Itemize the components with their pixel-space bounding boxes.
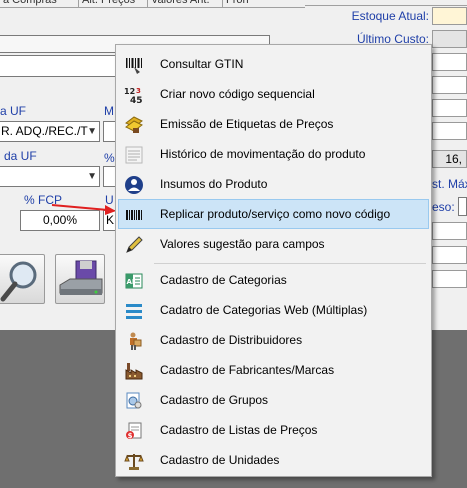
tab-fron[interactable]: Fron <box>222 0 256 8</box>
tab-alt-precos[interactable]: Alt. Preços <box>78 0 144 8</box>
menu-item-categorias-web[interactable]: Cadatro de Categorias Web (Múltiplas) <box>118 295 429 325</box>
svg-text:45: 45 <box>130 96 143 105</box>
menu-item-label: Cadastro de Unidades <box>160 453 280 467</box>
label-st-max: st. Máx <box>432 177 467 191</box>
menu-separator <box>154 263 426 264</box>
label-uf: a UF <box>0 104 27 118</box>
origin-combo[interactable]: R. ADQ./REC./T ▼ <box>0 121 100 142</box>
barcode-icon <box>126 210 142 220</box>
categories-icon: AE <box>125 273 143 289</box>
menu-item-valores-sugestao[interactable]: Valores sugestão para campos <box>118 229 429 259</box>
chevron-down-icon[interactable]: ▼ <box>87 167 97 186</box>
menu-item-replicar-produto[interactable]: Replicar produto/serviço como novo códig… <box>118 199 429 229</box>
label-uf-2: da UF <box>4 149 37 163</box>
ultimo-custo-field <box>432 30 467 48</box>
save-button[interactable] <box>55 254 105 304</box>
red-arrow-icon <box>51 204 116 215</box>
menu-item-label: Criar novo código sequencial <box>160 87 315 101</box>
right-field-6[interactable] <box>432 122 467 140</box>
menu-item-label: Cadastro de Listas de Preços <box>160 423 318 437</box>
menu-item-label: Histórico de movimentação do produto <box>160 147 366 161</box>
label-m: M <box>104 104 114 118</box>
origin-combo-value: R. ADQ./REC./T <box>1 124 88 138</box>
right-field-7[interactable] <box>432 222 467 240</box>
menu-item-cadastro-unidades[interactable]: Cadastro de Unidades <box>118 445 429 475</box>
factory-icon <box>125 363 143 380</box>
svg-text:$: $ <box>128 432 133 440</box>
menu-item-cadastro-fabricantes[interactable]: Cadastro de Fabricantes/Marcas <box>118 355 429 385</box>
tab-compras[interactable]: a Compras <box>0 0 68 8</box>
label-peso: eso: <box>432 200 455 214</box>
tab-strip: a Compras Alt. Preços Valores Ant. Fron <box>0 0 305 8</box>
svg-text:3: 3 <box>136 87 141 95</box>
menu-item-cadastro-distribuidores[interactable]: Cadastro de Distribuidores <box>118 325 429 355</box>
menu-item-label: Emissão de Etiquetas de Preços <box>160 117 334 131</box>
scale-icon <box>124 454 144 470</box>
label-pct: % <box>104 151 115 165</box>
right-field-9[interactable] <box>432 270 467 288</box>
menu-item-label: Cadastro de Distribuidores <box>160 333 303 347</box>
chevron-down-icon[interactable]: ▼ <box>87 122 97 141</box>
menu-item-label: Cadatro de Categorias Web (Múltiplas) <box>160 303 368 317</box>
floppy-drive-icon <box>59 260 103 295</box>
right-field-3[interactable] <box>432 53 467 71</box>
magnifier-icon <box>0 261 37 302</box>
menu-item-label: Consultar GTIN <box>160 57 244 71</box>
price-list-icon: $ <box>126 422 142 440</box>
stacked-lines-icon <box>126 304 142 319</box>
label-estoque-atual: Estoque Atual: <box>351 9 429 23</box>
delivery-person-icon <box>130 332 142 350</box>
right-tab-strip <box>305 0 467 6</box>
person-icon <box>125 176 143 194</box>
estoque-atual-field <box>432 7 467 25</box>
price-tags-icon <box>125 116 143 133</box>
right-field-5[interactable] <box>432 99 467 117</box>
menu-item-emissao-etiquetas[interactable]: Emissão de Etiquetas de Preços <box>118 109 429 139</box>
history-list-icon <box>125 146 143 164</box>
value-16-field: 16, <box>432 150 467 168</box>
menu-item-cadastro-listas-precos[interactable]: $ Cadastro de Listas de Preços <box>118 415 429 445</box>
peso-field[interactable] <box>458 197 467 216</box>
menu-item-historico-movimentacao[interactable]: Histórico de movimentação do produto <box>118 139 429 169</box>
menu-item-consultar-gtin[interactable]: Consultar GTIN <box>118 49 429 79</box>
groups-icon <box>126 392 142 409</box>
menu-item-label: Cadastro de Grupos <box>160 393 269 407</box>
menu-item-label: Cadastro de Fabricantes/Marcas <box>160 363 335 377</box>
right-field-8[interactable] <box>432 246 467 264</box>
svg-text:12: 12 <box>124 87 135 96</box>
menu-item-cadastro-grupos[interactable]: Cadastro de Grupos <box>118 385 429 415</box>
search-button[interactable] <box>0 254 45 304</box>
menu-item-label: Cadastro de Categorias <box>160 273 287 287</box>
pen-icon <box>126 236 143 253</box>
menu-item-insumos-produto[interactable]: Insumos do Produto <box>118 169 429 199</box>
menu-item-label: Valores sugestão para campos <box>160 237 325 251</box>
sequence-numbers-icon: 12 45 3 <box>124 87 143 105</box>
barcode-scanner-icon <box>126 58 142 74</box>
svg-text:AE: AE <box>127 278 137 286</box>
destination-combo[interactable]: ▼ <box>0 166 100 187</box>
tab-valores-ant[interactable]: Valores Ant. <box>147 0 219 8</box>
menu-item-cadastro-categorias[interactable]: AE Cadastro de Categorias <box>118 265 429 295</box>
menu-item-label: Replicar produto/serviço como novo códig… <box>160 207 391 221</box>
context-menu: Consultar GTIN 12 45 3 Criar novo código… <box>115 44 432 477</box>
right-field-4[interactable] <box>432 76 467 94</box>
menu-item-criar-codigo-sequencial[interactable]: 12 45 3 Criar novo código sequencial <box>118 79 429 109</box>
menu-item-label: Insumos do Produto <box>160 177 268 191</box>
